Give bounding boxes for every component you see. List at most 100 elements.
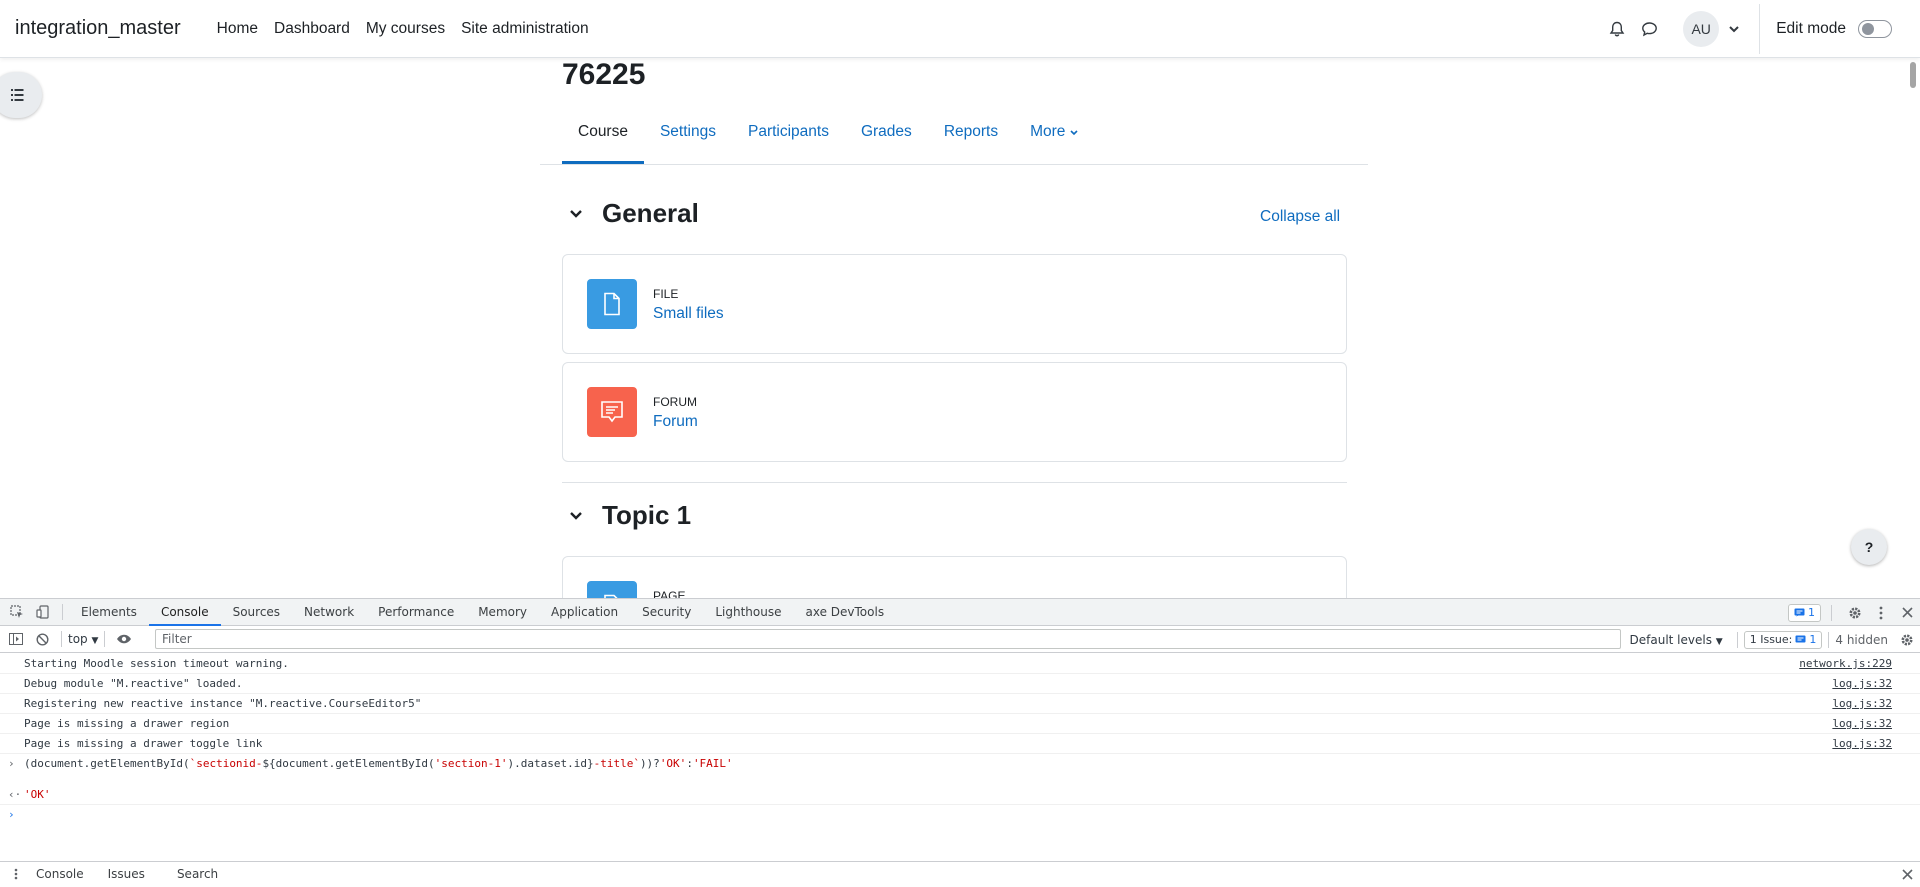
- tab-performance[interactable]: Performance: [366, 599, 466, 626]
- messages-count: 1: [1808, 606, 1815, 619]
- console-message: Debug module "M.reactive" loaded. log.js:…: [0, 674, 1920, 694]
- clear-console-icon[interactable]: [29, 626, 55, 653]
- nav-home[interactable]: Home: [217, 20, 258, 38]
- edit-mode-toggle[interactable]: [1858, 20, 1892, 38]
- drawer-tab-issues[interactable]: Issues: [96, 862, 157, 886]
- help-button[interactable]: ?: [1851, 529, 1887, 565]
- chevron-down-icon: [1070, 130, 1078, 136]
- close-devtools-icon[interactable]: [1894, 599, 1920, 626]
- console-toolbar: top ▼ Filter Default levels ▼ 1 Issue: 1…: [0, 626, 1920, 653]
- console-settings-gear-icon[interactable]: [1894, 626, 1920, 653]
- nav-site-administration[interactable]: Site administration: [461, 20, 589, 38]
- list-icon: [11, 89, 24, 101]
- devtools-panel: Elements Console Sources Network Perform…: [0, 598, 1920, 885]
- section-title[interactable]: Topic 1: [602, 500, 691, 531]
- tab-reports[interactable]: Reports: [928, 116, 1014, 164]
- message-source-link[interactable]: log.js:32: [1832, 674, 1892, 694]
- course-secondary-navigation: Course Settings Participants Grades Repo…: [562, 116, 1094, 164]
- tab-axe-devtools[interactable]: axe DevTools: [794, 599, 897, 626]
- notifications-bell-icon[interactable]: [1601, 13, 1633, 45]
- inspect-element-icon[interactable]: [4, 599, 30, 626]
- tab-sources[interactable]: Sources: [221, 599, 292, 626]
- console-message: Page is missing a drawer region log.js:32: [0, 714, 1920, 734]
- tab-more[interactable]: More: [1014, 116, 1094, 164]
- tab-console[interactable]: Console: [148, 599, 221, 626]
- activity-card: PAGE: [562, 556, 1347, 598]
- drawer-menu-kebab-icon[interactable]: [0, 860, 32, 887]
- activity-type: FORUM: [653, 395, 697, 409]
- edit-mode-control: Edit mode: [1776, 20, 1892, 38]
- result-value: 'OK': [24, 788, 51, 801]
- settings-gear-icon[interactable]: [1842, 599, 1868, 626]
- close-drawer-icon[interactable]: [1894, 862, 1920, 886]
- issues-badge[interactable]: 1 Issue: 1: [1743, 630, 1823, 649]
- command-string: 'OK': [659, 757, 687, 770]
- console-message: Page is missing a drawer toggle link log.…: [0, 734, 1920, 754]
- command-string: 'section-1': [434, 757, 508, 770]
- activity-type: PAGE: [653, 589, 686, 598]
- message-text: Starting Moodle session timeout warning.: [24, 657, 289, 670]
- section-collapse-chevron-icon[interactable]: [562, 502, 590, 530]
- tab-elements[interactable]: Elements: [69, 599, 149, 626]
- activity-link[interactable]: Forum: [653, 413, 698, 431]
- log-levels-dropdown[interactable]: Default levels ▼: [1630, 633, 1723, 647]
- section-collapse-chevron-icon[interactable]: [562, 200, 590, 228]
- course-index-drawer-button[interactable]: [0, 72, 42, 118]
- tab-grades[interactable]: Grades: [845, 116, 928, 164]
- collapse-all-link[interactable]: Collapse all: [1260, 208, 1340, 226]
- nav-my-courses[interactable]: My courses: [366, 20, 445, 38]
- console-prompt-input[interactable]: ›: [0, 805, 1920, 825]
- section-general-header: General: [562, 198, 699, 229]
- message-source-link[interactable]: log.js:32: [1832, 694, 1892, 714]
- tab-lighthouse[interactable]: Lighthouse: [703, 599, 793, 626]
- tab-settings[interactable]: Settings: [644, 116, 732, 164]
- tab-more-label: More: [1030, 123, 1066, 140]
- tab-course[interactable]: Course: [562, 116, 644, 164]
- user-menu-chevron-down-icon[interactable]: [1729, 20, 1739, 38]
- messages-badge[interactable]: 1: [1788, 603, 1821, 622]
- toolbar-separator: [1831, 604, 1832, 621]
- issues-label: 1 Issue:: [1749, 633, 1793, 646]
- primary-navigation: Home Dashboard My courses Site administr…: [217, 20, 589, 38]
- toolbar-separator: [61, 631, 62, 647]
- tab-application[interactable]: Application: [539, 599, 630, 626]
- device-toolbar-icon[interactable]: [30, 599, 56, 626]
- tab-security[interactable]: Security: [630, 599, 703, 626]
- console-filter-input[interactable]: Filter: [155, 629, 1621, 649]
- command-string: `sectionid-: [189, 757, 263, 770]
- user-avatar[interactable]: AU: [1683, 11, 1720, 47]
- file-icon: [587, 279, 637, 329]
- message-source-link[interactable]: log.js:32: [1832, 714, 1892, 734]
- activity-link[interactable]: Small files: [653, 305, 724, 323]
- command-part: ))?: [639, 757, 660, 770]
- course-content: 76225 Course Settings Participants Grade…: [540, 58, 1370, 598]
- message-text: Page is missing a drawer toggle link: [24, 737, 263, 750]
- tab-participants[interactable]: Participants: [732, 116, 845, 164]
- edit-mode-label: Edit mode: [1776, 20, 1846, 37]
- forum-icon: [587, 387, 637, 437]
- section-title[interactable]: General: [602, 198, 699, 229]
- tab-memory[interactable]: Memory: [466, 599, 539, 626]
- messages-chat-icon[interactable]: [1633, 13, 1665, 45]
- live-expression-eye-icon[interactable]: [111, 626, 137, 653]
- show-sidebar-icon[interactable]: [3, 626, 29, 653]
- tabs-divider: [540, 164, 1368, 165]
- console-message: Registering new reactive instance "M.rea…: [0, 694, 1920, 714]
- course-title: 76225: [562, 58, 646, 91]
- drawer-tab-console[interactable]: Console: [32, 862, 96, 886]
- tab-network[interactable]: Network: [292, 599, 366, 626]
- command-prompt-chevron-icon: ›: [8, 757, 15, 770]
- devtools-drawer-tabbar: Console Issues Search: [0, 861, 1920, 885]
- page-icon: [587, 581, 637, 598]
- toolbar-separator: [1828, 631, 1830, 648]
- section-topic-1-header: Topic 1: [562, 500, 691, 531]
- section-divider: [562, 482, 1347, 483]
- site-brand[interactable]: integration_master: [15, 17, 181, 40]
- context-selector[interactable]: top ▼: [68, 632, 98, 646]
- message-source-link[interactable]: log.js:32: [1832, 734, 1892, 754]
- nav-dashboard[interactable]: Dashboard: [274, 20, 350, 38]
- more-options-kebab-icon[interactable]: [1868, 599, 1894, 626]
- page-scrollbar[interactable]: [1910, 62, 1916, 88]
- drawer-tab-search[interactable]: Search: [165, 862, 230, 886]
- message-source-link[interactable]: network.js:229: [1799, 654, 1892, 674]
